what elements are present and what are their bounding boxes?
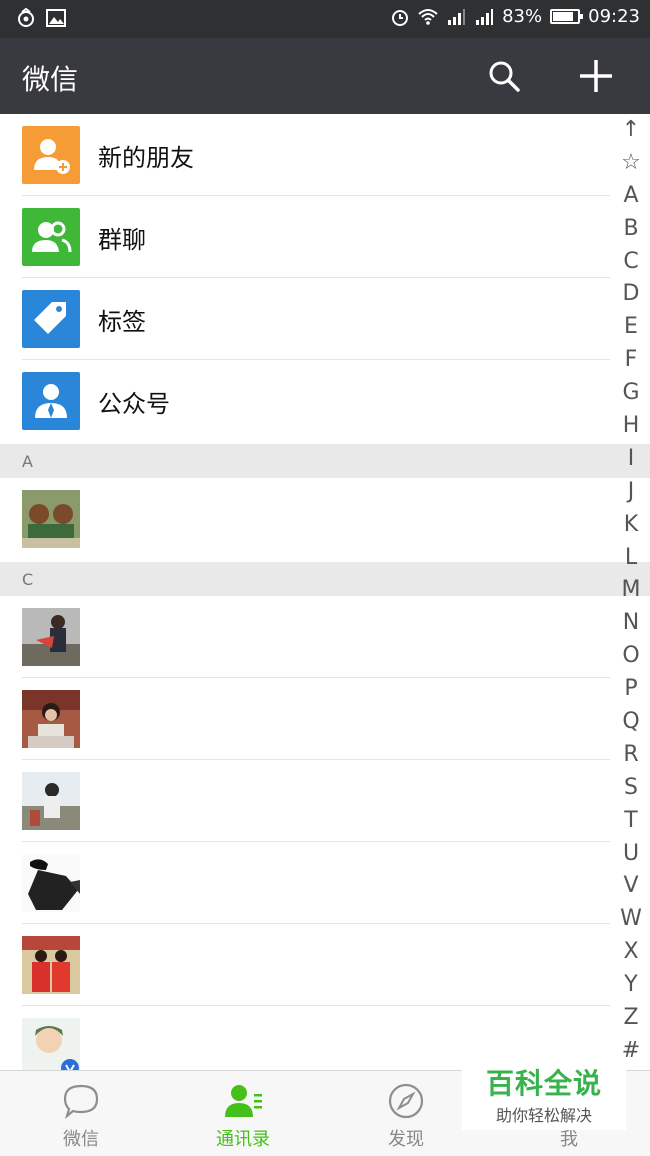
- signal-icon: [448, 8, 466, 25]
- index-letter[interactable]: A: [612, 180, 650, 213]
- menu-item-official-accounts[interactable]: 公众号: [0, 360, 610, 442]
- index-letter[interactable]: N: [612, 607, 650, 640]
- index-letter[interactable]: O: [612, 640, 650, 673]
- watermark-subtitle: 助你轻松解决: [495, 1106, 592, 1125]
- index-letter[interactable]: V: [612, 870, 650, 903]
- index-letter[interactable]: E: [612, 311, 650, 344]
- battery-fill: [553, 12, 574, 21]
- section-header-c: C: [0, 562, 650, 596]
- search-icon[interactable]: [486, 58, 522, 94]
- menu-label: 标签: [98, 308, 146, 336]
- menu-item-tags[interactable]: 标签: [0, 278, 610, 360]
- page-title: 微信: [22, 63, 79, 96]
- clock: 09:23: [588, 6, 640, 27]
- app-notification-icon: [18, 8, 34, 27]
- index-letter[interactable]: Y: [612, 969, 650, 1002]
- menu-item-new-friends[interactable]: 新的朋友: [0, 114, 610, 196]
- title-bar: 微信: [0, 38, 650, 114]
- index-letter[interactable]: T: [612, 805, 650, 838]
- index-letter[interactable]: Z: [612, 1002, 650, 1035]
- index-letter[interactable]: K: [612, 509, 650, 542]
- contacts-icon: [225, 1085, 262, 1117]
- official-account-icon: [22, 372, 80, 430]
- index-letter[interactable]: Q: [612, 706, 650, 739]
- contact-row[interactable]: [0, 924, 610, 1006]
- status-bar: 83% 09:23: [0, 0, 650, 38]
- index-letter[interactable]: U: [612, 838, 650, 871]
- contact-row[interactable]: [0, 760, 610, 842]
- contact-row[interactable]: [0, 842, 610, 924]
- watermark: 百科全说 助你轻松解决: [462, 1056, 626, 1130]
- menu-label: 群聊: [98, 226, 146, 254]
- tab-chats[interactable]: 微信: [0, 1071, 162, 1156]
- menu-label: 新的朋友: [98, 144, 194, 172]
- section-letter: A: [22, 452, 33, 471]
- index-letter[interactable]: H: [612, 410, 650, 443]
- index-letter[interactable]: C: [612, 246, 650, 279]
- image-notification-icon: [46, 9, 66, 27]
- avatar: [22, 690, 80, 748]
- avatar: [22, 1018, 80, 1076]
- menu-item-group-chats[interactable]: 群聊: [0, 196, 610, 278]
- compass-icon: [388, 1083, 424, 1119]
- avatar: [22, 608, 80, 666]
- add-icon[interactable]: [576, 56, 616, 96]
- menu-label: 公众号: [98, 390, 170, 418]
- index-letter[interactable]: I: [612, 443, 650, 476]
- index-letter[interactable]: F: [612, 344, 650, 377]
- chat-icon: [63, 1084, 99, 1120]
- section-header-a: A: [0, 444, 650, 478]
- tag-icon: [22, 290, 80, 348]
- index-letter[interactable]: B: [612, 213, 650, 246]
- signal-icon-2: [476, 8, 494, 25]
- group-chat-icon: [22, 208, 80, 266]
- index-letter[interactable]: D: [612, 278, 650, 311]
- contact-row[interactable]: [0, 678, 610, 760]
- avatar: [22, 936, 80, 994]
- index-letter[interactable]: ☆: [612, 147, 650, 180]
- contact-row[interactable]: [0, 478, 610, 560]
- index-letter[interactable]: S: [612, 772, 650, 805]
- index-letter[interactable]: ↑: [612, 114, 650, 147]
- battery-icon: [550, 9, 584, 24]
- index-letter[interactable]: M: [612, 574, 650, 607]
- alphabet-index[interactable]: ↑ ☆ A B C D E F G H I J K L M N O P Q R S T U V W X Y Z #: [612, 114, 650, 1068]
- index-letter[interactable]: W: [612, 903, 650, 936]
- index-letter[interactable]: J: [612, 476, 650, 509]
- tab-label: 微信: [63, 1129, 99, 1150]
- avatar: [22, 490, 80, 548]
- section-letter: C: [22, 570, 34, 589]
- index-letter[interactable]: P: [612, 673, 650, 706]
- contact-row[interactable]: [0, 596, 610, 678]
- wifi-icon: [418, 8, 438, 25]
- battery-percent: 83%: [502, 6, 543, 27]
- watermark-title: 百科全说: [485, 1067, 602, 1100]
- avatar: [22, 854, 80, 912]
- tab-label: 通讯录: [216, 1129, 270, 1150]
- tab-contacts[interactable]: 通讯录: [162, 1071, 324, 1156]
- avatar: [22, 772, 80, 830]
- index-letter[interactable]: L: [612, 542, 650, 575]
- index-letter[interactable]: R: [612, 739, 650, 772]
- new-friends-icon: [22, 126, 80, 184]
- index-letter[interactable]: X: [612, 936, 650, 969]
- alarm-icon: [392, 9, 409, 26]
- index-letter[interactable]: G: [612, 377, 650, 410]
